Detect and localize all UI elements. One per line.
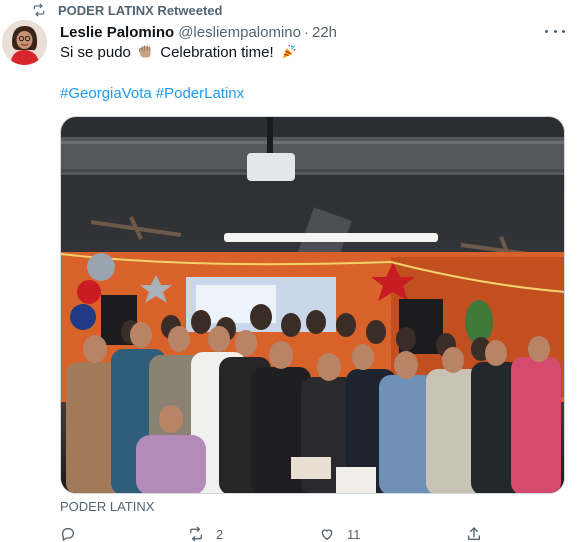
- author-handle[interactable]: @lesliempalomino: [178, 24, 301, 41]
- retweet-count: 2: [216, 526, 224, 542]
- hashtags: #GeorgiaVota #PoderLatinx: [60, 84, 248, 104]
- media-source-label[interactable]: PODER LATINX: [60, 499, 154, 514]
- more-dot-icon: [562, 29, 565, 33]
- retweet-banner[interactable]: PODER LATINX Retweeted: [32, 2, 222, 18]
- tweet-timestamp[interactable]: 22h: [312, 24, 337, 41]
- retweet-button[interactable]: 2: [188, 526, 223, 542]
- share-icon: [468, 527, 480, 540]
- tweet-header: Leslie Palomino @lesliempalomino · 22h: [60, 22, 337, 42]
- tweet-photo[interactable]: [60, 116, 565, 494]
- tweet-text: Si se pudo Celebration time!: [60, 43, 299, 63]
- reply-button[interactable]: [60, 526, 88, 542]
- like-count: 11: [347, 526, 361, 542]
- action-bar: 2 11: [60, 526, 500, 542]
- author-name[interactable]: Leslie Palomino: [60, 24, 174, 41]
- hashtag-link[interactable]: #GeorgiaVota: [60, 85, 152, 102]
- header-separator: ·: [303, 23, 309, 41]
- tweet-text-part-1: Si se pudo: [60, 44, 131, 61]
- heart-icon: [321, 529, 333, 541]
- more-dot-icon: [553, 29, 557, 33]
- retweet-banner-label: PODER LATINX Retweeted: [58, 2, 223, 18]
- retweet-icon: [33, 3, 45, 17]
- raised-fist-emoji: [138, 45, 151, 58]
- more-dot-icon: [545, 29, 548, 33]
- more-options-button[interactable]: [545, 24, 565, 38]
- reply-icon: [61, 528, 74, 542]
- hashtag-link[interactable]: #PoderLatinx: [156, 85, 244, 102]
- share-button[interactable]: [466, 526, 494, 542]
- avatar[interactable]: [2, 20, 47, 65]
- party-popper-emoji: [282, 44, 296, 59]
- like-button[interactable]: 11: [319, 526, 361, 542]
- tweet-text-part-2: Celebration time!: [160, 44, 274, 61]
- retweet-icon: [190, 526, 202, 542]
